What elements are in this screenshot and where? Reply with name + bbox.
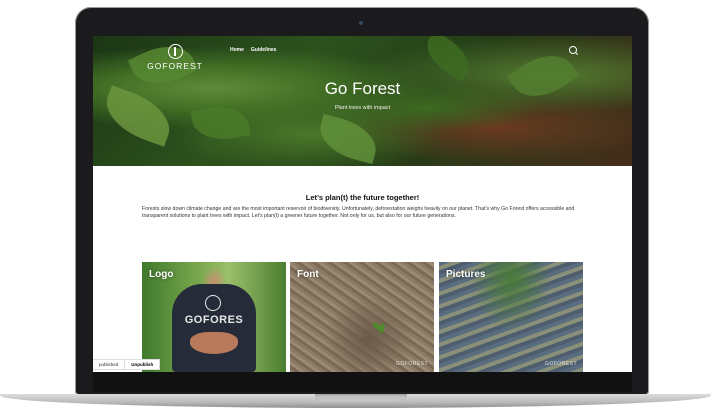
logo-text: GOFOREST <box>147 61 203 71</box>
card-label: Pictures <box>446 269 486 280</box>
camera-icon <box>359 21 363 25</box>
card-label: Font <box>297 269 319 280</box>
intro-paragraph: Forests slow down climate change and are… <box>142 206 575 220</box>
watermark: GOFOREST <box>544 361 577 367</box>
hands-image <box>190 332 238 354</box>
card-label: Logo <box>149 269 174 280</box>
card-font[interactable]: Font GOFOREST <box>290 262 434 372</box>
browser-screen: GOFOREST Home Guidelines Go Forest Plant… <box>93 36 632 372</box>
hero-subtitle: Plant trees with impact <box>334 105 391 111</box>
watermark: GOFOREST <box>395 361 428 367</box>
sprout-icon <box>374 322 384 336</box>
publish-status: published <box>99 362 119 367</box>
tree-logo-icon <box>167 44 183 59</box>
card-grid: GOFORES Logo Font GOFOREST Pictures GOFO… <box>142 262 583 372</box>
hero-banner: GOFOREST Home Guidelines Go Forest Plant… <box>93 36 632 166</box>
nav-link-home[interactable]: Home <box>230 47 244 53</box>
unpublish-button[interactable]: Unpublish <box>124 360 159 369</box>
section-heading: Let’s plan(t) the future together! <box>305 193 420 202</box>
screen-bottom-bezel <box>93 372 632 392</box>
card-logo[interactable]: GOFORES Logo <box>142 262 286 372</box>
tree-logo-icon <box>205 295 221 311</box>
site-logo[interactable]: GOFOREST <box>145 44 205 71</box>
main-nav: Home Guidelines <box>230 47 276 53</box>
shirt-print: GOFORES <box>184 314 244 326</box>
hero-title: Go Forest <box>324 79 401 98</box>
search-icon[interactable] <box>569 46 577 54</box>
publish-bar: published Unpublish <box>93 359 161 370</box>
laptop-notch <box>315 394 407 402</box>
nav-link-guidelines[interactable]: Guidelines <box>251 47 277 53</box>
card-pictures[interactable]: Pictures GOFOREST <box>439 262 583 372</box>
